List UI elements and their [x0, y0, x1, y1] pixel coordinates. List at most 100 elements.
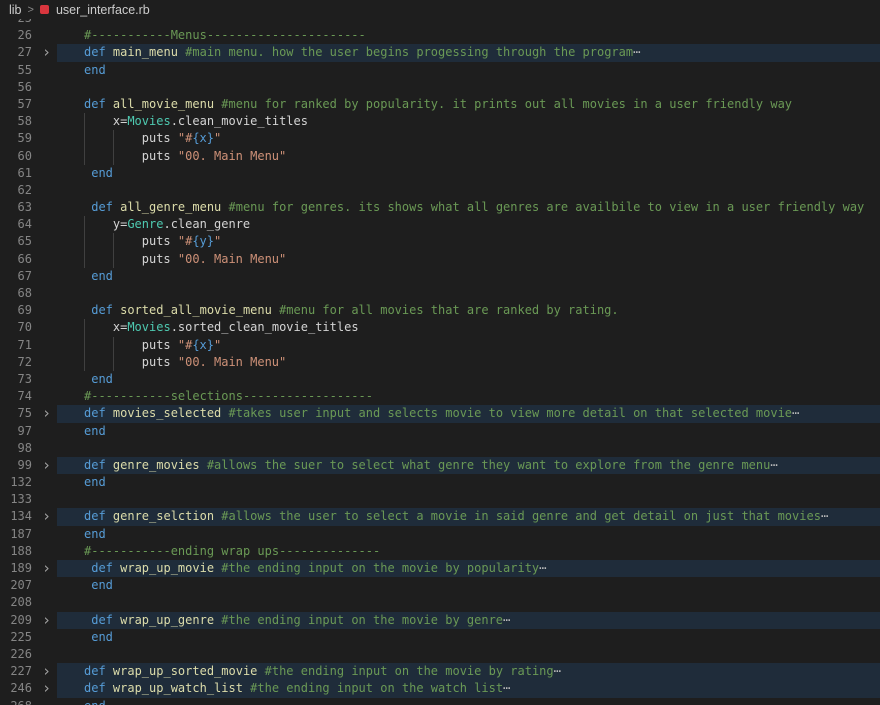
code-line[interactable]: 64 y=Genre.clean_genre — [0, 216, 880, 234]
code-line[interactable]: 133 — [0, 491, 880, 508]
line-number: 72 — [17, 354, 32, 369]
string-token: "00. Main Menu" — [177, 354, 287, 369]
string-token: " — [214, 131, 222, 146]
string-token: " — [214, 234, 222, 249]
code-token: . — [170, 114, 178, 129]
code-line[interactable]: 55 end — [0, 62, 880, 79]
line-number: 61 — [17, 165, 32, 180]
line-number: 134 — [10, 509, 32, 524]
fold-ellipsis-icon[interactable]: ⋯ — [503, 681, 510, 695]
code-line[interactable]: 71 puts "#{x}" — [0, 336, 880, 354]
comment-token: #allows the user to select a movie in sa… — [214, 509, 821, 524]
fold-chevron-icon[interactable]: › — [42, 611, 52, 629]
code-line[interactable]: 98 — [0, 440, 880, 457]
code-line[interactable]: 69 def sorted_all_movie_menu #menu for al… — [0, 302, 880, 319]
code-line[interactable]: 63 def all_genre_menu #menu for genres. i… — [0, 199, 880, 216]
keyword-token: end — [91, 578, 113, 593]
fold-chevron-icon[interactable]: › — [42, 508, 52, 525]
code-line[interactable]: 207 end — [0, 577, 880, 594]
fold-chevron-icon[interactable]: › — [42, 456, 52, 474]
fold-chevron-icon[interactable]: › — [42, 44, 52, 61]
code-line[interactable]: 68 — [0, 285, 880, 302]
code-line[interactable]: 27 › def main_menu #main menu. how the use… — [0, 44, 880, 62]
code-line[interactable]: 62 — [0, 182, 880, 199]
fold-ellipsis-icon[interactable]: ⋯ — [503, 613, 510, 627]
code-line[interactable]: 65 puts "#{y}" — [0, 233, 880, 251]
fold-ellipsis-icon[interactable]: ⋯ — [554, 664, 561, 678]
fold-chevron-icon[interactable]: › — [42, 680, 52, 697]
line-number: 226 — [10, 646, 32, 661]
indent-guide — [84, 233, 85, 251]
line-number: 59 — [17, 131, 32, 146]
code-line[interactable]: 66 puts "00. Main Menu" — [0, 250, 880, 268]
code-line[interactable]: 189 › def wrap_up_movie #the ending input … — [0, 559, 880, 578]
code-line[interactable]: 61 end — [0, 165, 880, 182]
code-line[interactable]: 209 › def wrap_up_genre #the ending input … — [0, 611, 880, 629]
code-line[interactable]: 208 — [0, 594, 880, 611]
line-number: 246 — [10, 681, 32, 696]
code-line[interactable]: 57 def all_movie_menu #menu for ranked by… — [0, 96, 880, 113]
code-line[interactable]: 227 › def wrap_up_sorted_movie #the ending… — [0, 662, 880, 681]
code-line[interactable]: 60 puts "00. Main Menu" — [0, 147, 880, 165]
code-line[interactable]: 25 — [0, 19, 880, 27]
breadcrumb-folder[interactable]: lib — [0, 3, 22, 17]
code-line[interactable]: 225 end — [0, 629, 880, 646]
code-line[interactable]: 187 end — [0, 526, 880, 543]
code-line[interactable]: 70 x=Movies.sorted_clean_movie_titles — [0, 319, 880, 337]
indent-guide — [84, 250, 85, 268]
code-text: puts "#{x}" — [142, 130, 222, 147]
class-token: Movies — [127, 114, 171, 129]
fold-ellipsis-icon[interactable]: ⋯ — [633, 45, 640, 59]
fold-chevron-icon[interactable]: › — [42, 662, 52, 680]
string-token: "# — [177, 234, 193, 249]
line-number: 63 — [17, 200, 32, 215]
keyword-token: def — [84, 457, 113, 472]
code-text: #-----------ending wrap ups-------------… — [84, 543, 380, 560]
fold-ellipsis-icon[interactable]: ⋯ — [539, 561, 546, 575]
code-line[interactable]: 58 x=Movies.clean_movie_titles — [0, 113, 880, 131]
code-line[interactable]: 268 end — [0, 698, 880, 705]
code-text: end — [84, 698, 106, 705]
line-number: 65 — [17, 234, 32, 249]
code-line[interactable]: 246 › def wrap_up_watch_list #the ending i… — [0, 680, 880, 698]
code-line[interactable]: 99 › def genre_movies #allows the suer to … — [0, 456, 880, 475]
code-editor[interactable]: 2526 #-----------Menus-------------------… — [0, 19, 880, 705]
keyword-token: def — [91, 612, 121, 627]
line-number: 71 — [17, 337, 32, 352]
line-number: 57 — [17, 96, 32, 111]
code-line[interactable]: 72 puts "00. Main Menu" — [0, 353, 880, 371]
string-token: " — [214, 337, 222, 352]
code-line[interactable]: 74 #-----------selections----------------… — [0, 388, 880, 405]
line-number: 74 — [17, 389, 32, 404]
code-line[interactable]: 134 › def genre_selction #allows the user … — [0, 508, 880, 526]
code-line[interactable]: 67 end — [0, 268, 880, 285]
code-line[interactable]: 56 — [0, 79, 880, 96]
code-text: def wrap_up_sorted_movie #the ending inp… — [84, 663, 561, 680]
code-line[interactable]: 26 #-----------Menus---------------------… — [0, 27, 880, 44]
indent-guide — [112, 147, 114, 165]
code-line[interactable]: 59 puts "#{x}" — [0, 130, 880, 148]
string-token: "00. Main Menu" — [177, 251, 287, 266]
fold-chevron-icon[interactable]: › — [42, 559, 52, 577]
comment-token: #the ending input on the watch list — [242, 681, 504, 696]
fold-ellipsis-icon[interactable]: ⋯ — [770, 458, 777, 472]
code-token: puts — [141, 234, 178, 249]
fold-ellipsis-icon[interactable]: ⋯ — [792, 406, 799, 420]
keyword-token: def — [84, 664, 113, 679]
code-line[interactable]: 188 #-----------ending wrap ups----------… — [0, 543, 880, 560]
code-line[interactable]: 73 end — [0, 371, 880, 388]
function-name-token: wrap_up_sorted_movie — [112, 664, 258, 679]
code-line[interactable]: 97 end — [0, 423, 880, 440]
code-line[interactable]: 226 — [0, 646, 880, 663]
line-number: 67 — [17, 268, 32, 283]
breadcrumb-file[interactable]: user_interface.rb — [56, 3, 150, 17]
code-text: #-----------Menus---------------------- — [84, 27, 366, 44]
code-token: puts — [141, 337, 178, 352]
code-line[interactable]: 132 end — [0, 474, 880, 491]
fold-chevron-icon[interactable]: › — [42, 405, 52, 422]
code-text: def wrap_up_movie #the ending input on t… — [91, 560, 546, 577]
indent-guide — [84, 130, 85, 148]
code-line[interactable]: 75 › def movies_selected #takes user input… — [0, 405, 880, 423]
code-token: sorted_clean_movie_titles — [177, 320, 359, 335]
fold-ellipsis-icon[interactable]: ⋯ — [821, 509, 828, 523]
